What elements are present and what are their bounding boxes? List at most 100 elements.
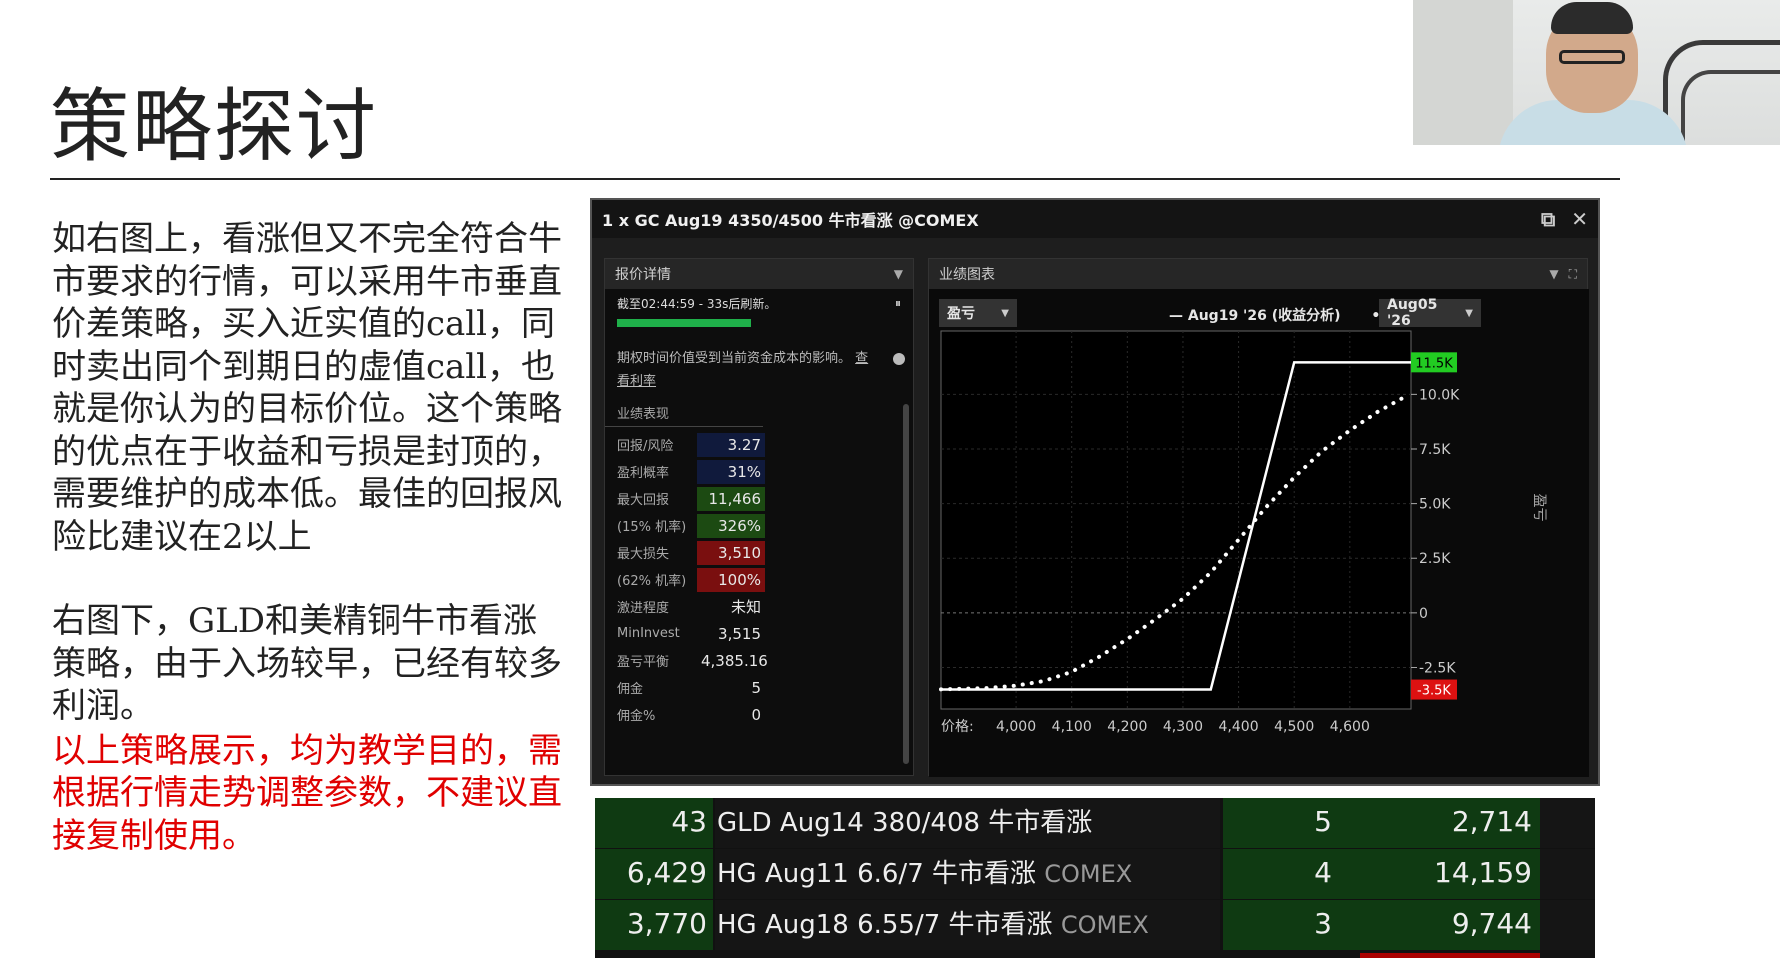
y-tick-label: -2.5K (1419, 660, 1456, 676)
x-tick-label: 4,600 (1330, 719, 1370, 735)
date-dropdown[interactable]: Aug05 '26 ▼ (1379, 297, 1481, 329)
legend-expiry: — Aug19 '26 (收益分析) (1169, 308, 1341, 324)
info-dot-icon[interactable] (893, 353, 905, 365)
refresh-text: 截至02:44:59 - 33s后刷新。 (617, 296, 777, 311)
quote-details-title: 报价详情 (615, 267, 671, 283)
metric-value: 3.27 (697, 432, 765, 457)
y-tick-label: 5.0K (1419, 497, 1451, 513)
chevron-down-icon: ▼ (1465, 307, 1473, 319)
metric-value: 326% (697, 513, 765, 538)
position-end-cell (1540, 798, 1595, 848)
quote-details-header[interactable]: 报价详情 ▼ (605, 259, 913, 289)
row-highlight-bar (1360, 953, 1540, 958)
metric-label: (62% 机率) (617, 574, 687, 589)
y-axis-label: 盈亏 (1531, 494, 1547, 522)
metric-row: (62% 机率) 100% (617, 566, 913, 593)
x-tick-label: 4,200 (1107, 719, 1147, 735)
metric-value: 3,510 (697, 540, 765, 565)
y-tick-label: 0 (1419, 606, 1428, 622)
presenter-hair (1551, 2, 1633, 34)
x-axis-label: 价格: (941, 719, 974, 735)
date-dropdown-value: Aug05 '26 (1387, 297, 1438, 329)
metric-value: 3,515 (718, 624, 761, 643)
metric-label: 最大回报 (617, 493, 670, 508)
refresh-row: 截至02:44:59 - 33s后刷新。 ⏸ (605, 289, 913, 317)
y-tick-label: 10.0K (1419, 387, 1460, 403)
metric-row: 回报/风险 3.27 (617, 431, 913, 458)
funding-cost-note: 期权时间价值受到当前资金成本的影响。 查看利率 (605, 327, 913, 393)
max-profit-label: 11.5K (1415, 356, 1453, 371)
pause-icon[interactable]: ⏸ (895, 296, 901, 311)
max-loss-label: -3.5K (1417, 684, 1451, 699)
position-strategy: HG Aug11 6.6/7 牛市看涨 (717, 859, 1036, 889)
position-exchange: COMEX (1060, 911, 1149, 939)
metric-value: 5 (751, 678, 761, 697)
position-exchange: COMEX (1044, 860, 1133, 888)
position-days: 4 (1223, 849, 1360, 899)
position-row[interactable]: 6,429 HG Aug11 6.6/7 牛市看涨 COMEX 4 14,159 (595, 849, 1595, 899)
plot-area (940, 330, 1412, 710)
metric-label: 佣金% (617, 709, 656, 724)
refresh-progress-bar (617, 319, 752, 327)
position-row[interactable]: 43 GLD Aug14 380/408 牛市看涨 5 2,714 (595, 798, 1595, 848)
webcam-wall (1413, 0, 1513, 145)
position-end-cell (1540, 849, 1595, 899)
metric-row: 最大损失 3,510 (617, 539, 913, 566)
y-tick-label: 7.5K (1419, 442, 1451, 458)
chart-panel-title: 业绩图表 (939, 267, 995, 283)
position-end-cell (1540, 900, 1595, 950)
metric-label: 盈利概率 (617, 466, 670, 481)
metric-label: 回报/风险 (617, 439, 674, 454)
position-days: 3 (1223, 900, 1360, 950)
webcam-bedframe-inner (1681, 70, 1780, 145)
metric-label: 盈亏平衡 (617, 655, 670, 670)
chevron-down-icon: ▼ (1001, 307, 1009, 319)
metric-label: 最大损失 (617, 547, 670, 562)
metric-value: 11,466 (697, 486, 765, 511)
position-pnl: 14,159 (1360, 849, 1540, 899)
fullscreen-icon[interactable]: ⛶ (1569, 267, 1577, 282)
position-days: 5 (1223, 798, 1360, 848)
position-pnl: 2,714 (1360, 798, 1540, 848)
pnl-chart[interactable]: 4,000 4,100 4,200 4,300 4,400 4,500 4,600 -2.5K… (929, 289, 1589, 777)
y-tick-label: 2.5K (1419, 551, 1451, 567)
positions-table: 43 GLD Aug14 380/408 牛市看涨 5 2,714 6,429 HG A… (595, 798, 1595, 958)
metric-row: 最大回报 11,466 (617, 485, 913, 512)
slide-title: 策略探讨 (50, 80, 378, 173)
scrollbar[interactable] (903, 404, 909, 764)
performance-chart-panel: 业绩图表 ▼ ⛶ 4,000 4,100 4,200 4,300 4,400 4,500 4… (928, 258, 1589, 777)
metric-value: 100% (697, 567, 765, 592)
position-row[interactable]: 3,770 HG Aug18 6.55/7 牛市看涨 COMEX 3 9,744 (595, 900, 1595, 950)
position-strategy: HG Aug18 6.55/7 牛市看涨 (717, 910, 1053, 940)
metric-label: 佣金 (617, 682, 644, 697)
metric-value: 4,385.16 (701, 651, 768, 670)
x-tick-label: 4,400 (1219, 719, 1259, 735)
window-titlebar: 1 x GC Aug19 4350/4500 牛市看涨 @COMEX ⧉ ✕ (592, 200, 1598, 238)
metric-row: 佣金% 0 (617, 701, 913, 728)
position-qty: 43 (595, 798, 713, 848)
chart-legend: — Aug19 '26 (收益分析) • • (1169, 305, 1406, 325)
paragraph-positions: 右图下，GLD和美精铜牛市看涨策略，由于入场较早，已经有较多利润。 (52, 601, 562, 726)
metric-dropdown-value: 盈亏 (947, 306, 975, 322)
metric-row: (15% 机率) 326% (617, 512, 913, 539)
chevron-down-icon[interactable]: ▼ (894, 267, 903, 281)
x-tick-label: 4,100 (1052, 719, 1092, 735)
metric-value: 31% (697, 459, 765, 484)
presenter-glasses (1559, 50, 1625, 64)
close-icon[interactable]: ✕ (1571, 207, 1588, 231)
chart-controls: 盈亏 ▼ — Aug19 '26 (收益分析) • • Aug05 '26 ▼ (929, 289, 1589, 331)
position-name: HG Aug11 6.6/7 牛市看涨 COMEX (715, 849, 1220, 899)
quote-details-panel: 报价详情 ▼ 截至02:44:59 - 33s后刷新。 ⏸ 期权时间价值受到当前… (604, 258, 914, 776)
window-title: 1 x GC Aug19 4350/4500 牛市看涨 @COMEX (602, 211, 979, 230)
metric-label: 激进程度 (617, 601, 670, 616)
chevron-down-icon[interactable]: ▼ (1549, 267, 1558, 281)
x-tick-label: 4,300 (1163, 719, 1203, 735)
metric-row: MinInvest 3,515 (617, 620, 913, 647)
metrics-list: 回报/风险 3.27 盈利概率 31% 最大回报 11,466 (15% 机率) 326% 最大… (605, 427, 913, 728)
popout-icon[interactable]: ⧉ (1541, 207, 1555, 231)
metric-label: (15% 机率) (617, 520, 687, 535)
metric-dropdown[interactable]: 盈亏 ▼ (939, 299, 1017, 327)
metric-row: 盈亏平衡 4,385.16 (617, 647, 913, 674)
position-strategy: GLD Aug14 380/408 牛市看涨 (717, 808, 1093, 838)
disclaimer-text: 以上策略展示，均为教学目的，需根据行情走势调整参数，不建议直接复制使用。 (52, 730, 562, 856)
